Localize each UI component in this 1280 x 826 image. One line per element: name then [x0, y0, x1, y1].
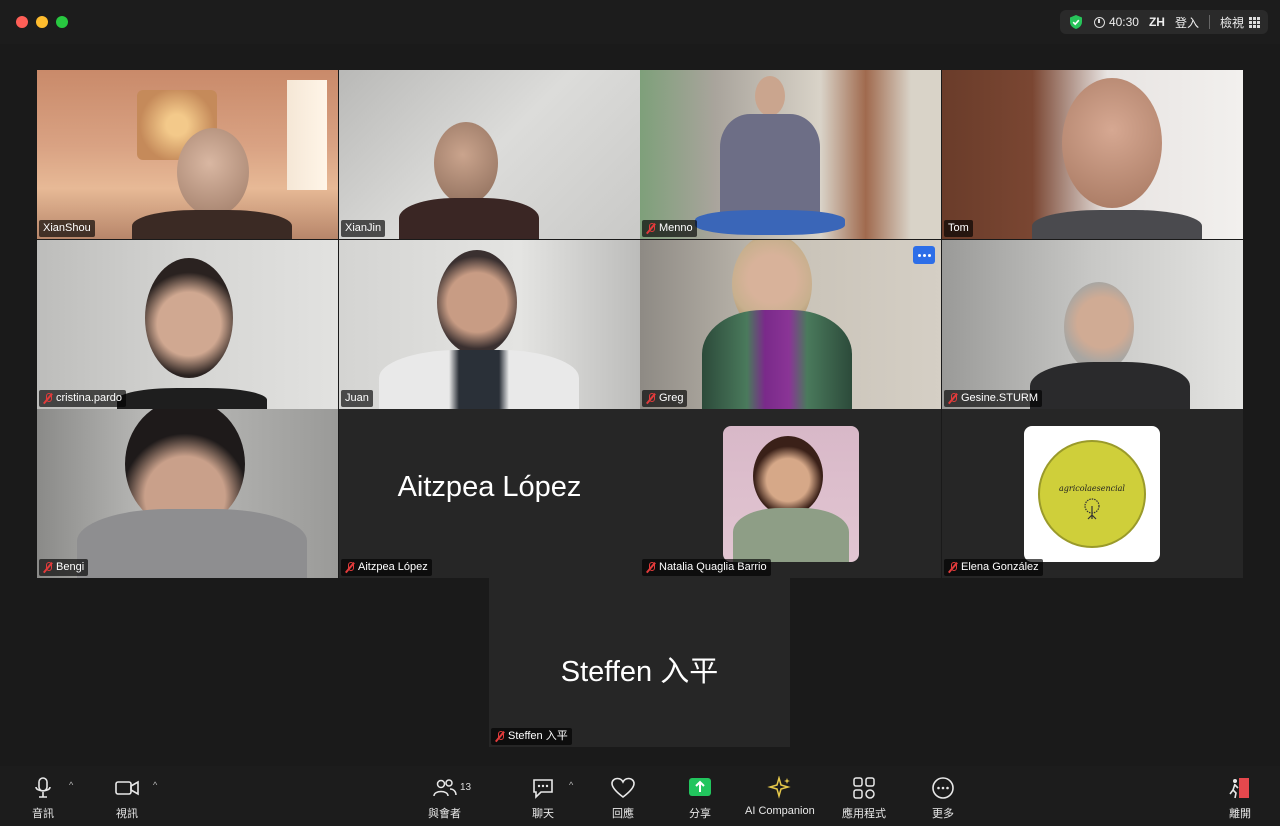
view-button[interactable]: 檢視 [1220, 14, 1260, 31]
apps-button[interactable]: 應用程式 [842, 776, 886, 821]
video-tile-natalia-quaglia-barrio[interactable]: Natalia Quaglia Barrio [640, 409, 941, 578]
video-tile-xianjin[interactable]: XianJin [339, 70, 640, 239]
muted-mic-icon [948, 562, 958, 573]
participant-nametag: XianJin [341, 220, 386, 237]
heart-icon [611, 777, 635, 799]
more-button[interactable]: 更多 [930, 776, 956, 821]
participants-count: 13 [460, 782, 472, 793]
participant-nametag: Menno [642, 220, 697, 237]
sparkle-icon [767, 776, 791, 799]
close-window-button[interactable] [16, 16, 28, 28]
signin-button[interactable]: 登入 [1175, 14, 1199, 31]
video-tile-greg[interactable]: Greg [640, 240, 941, 409]
chat-options-caret[interactable]: ^ [569, 780, 573, 790]
video-camera-icon [115, 780, 139, 796]
chat-button[interactable]: 聊天 [530, 776, 556, 821]
video-tile-tom[interactable]: Tom [942, 70, 1243, 239]
zoom-window-button[interactable] [56, 16, 68, 28]
grid-view-icon [1249, 16, 1260, 28]
profile-logo: agricolaesencial [1024, 426, 1160, 562]
muted-mic-icon [646, 223, 656, 234]
video-tile-xianshou[interactable]: XianShou [37, 70, 338, 239]
title-bar: 40:30 ZH 登入 檢視 [0, 0, 1280, 44]
meeting-timer: 40:30 [1093, 15, 1139, 29]
muted-mic-icon [646, 393, 656, 404]
more-options-button[interactable] [913, 246, 935, 264]
leave-meeting-button[interactable]: 離開 [1227, 776, 1253, 821]
participant-nametag: Aitzpea López [341, 559, 432, 576]
share-screen-icon [689, 778, 711, 796]
chat-icon [533, 779, 553, 799]
leave-icon [1229, 778, 1249, 799]
apps-icon [853, 777, 875, 799]
video-tile-menno[interactable]: Menno [640, 70, 941, 239]
audio-options-caret[interactable]: ^ [69, 780, 73, 790]
participant-nametag: cristina.pardo [39, 390, 127, 407]
share-screen-button[interactable]: 分享 [687, 776, 713, 821]
participants-button[interactable]: 與會者 [428, 776, 461, 821]
participant-display-name: Aitzpea López [397, 471, 582, 503]
participant-nametag: Greg [642, 390, 688, 407]
participant-nametag: Gesine.STURM [944, 390, 1043, 407]
microphone-icon [35, 777, 51, 798]
participant-display-name: Steffen 入平 [560, 656, 719, 688]
audio-button[interactable]: 音訊 [30, 776, 56, 821]
video-tile-cristina-pardo[interactable]: cristina.pardo [37, 240, 338, 409]
video-options-caret[interactable]: ^ [153, 780, 157, 790]
participant-nametag: Steffen 入平 [491, 728, 572, 745]
tree-icon [1084, 497, 1100, 519]
muted-mic-icon [43, 393, 53, 404]
participant-nametag: Tom [944, 220, 973, 237]
meeting-toolbar: 音訊 ^ 視訊 ^ 與會者 13 聊天 ^ 回應 分享 AI Companion… [0, 766, 1280, 826]
video-tile-elena-gonzalez[interactable]: agricolaesencial Elena González [942, 409, 1243, 578]
video-button[interactable]: 視訊 [114, 776, 140, 821]
participant-nametag: Natalia Quaglia Barrio [642, 559, 771, 576]
video-tile-steffen[interactable]: Steffen 入平 Steffen 入平 [489, 578, 790, 747]
video-tile-aitzpea-lopez[interactable]: Aitzpea López Aitzpea López [339, 409, 640, 578]
video-tile-bengi[interactable]: Bengi [37, 409, 338, 578]
participant-nametag: XianShou [39, 220, 95, 237]
encryption-shield-icon[interactable] [1068, 14, 1084, 30]
muted-mic-icon [948, 393, 958, 404]
video-tile-gesine-sturm[interactable]: Gesine.STURM [942, 240, 1243, 409]
reactions-button[interactable]: 回應 [610, 776, 636, 821]
muted-mic-icon [495, 731, 505, 742]
language-interpretation-button[interactable]: ZH [1149, 15, 1165, 29]
agricolaesencial-logo: agricolaesencial [1038, 440, 1146, 548]
more-icon [932, 777, 954, 799]
muted-mic-icon [345, 562, 355, 573]
meeting-status-bar: 40:30 ZH 登入 檢視 [1059, 10, 1268, 34]
participants-icon [432, 779, 457, 797]
ai-companion-button[interactable]: AI Companion [745, 776, 815, 817]
participant-nametag: Bengi [39, 559, 89, 576]
video-gallery: XianShou XianJin Menno Tom cristina.pard… [0, 44, 1280, 766]
divider [1208, 15, 1210, 29]
video-tile-juan[interactable]: Juan [339, 240, 640, 409]
profile-photo [723, 426, 859, 562]
participant-nametag: Elena González [944, 559, 1043, 576]
muted-mic-icon [646, 562, 656, 573]
participant-nametag: Juan [341, 390, 373, 407]
muted-mic-icon [43, 562, 53, 573]
minimize-window-button[interactable] [36, 16, 48, 28]
clock-icon [1093, 16, 1105, 28]
